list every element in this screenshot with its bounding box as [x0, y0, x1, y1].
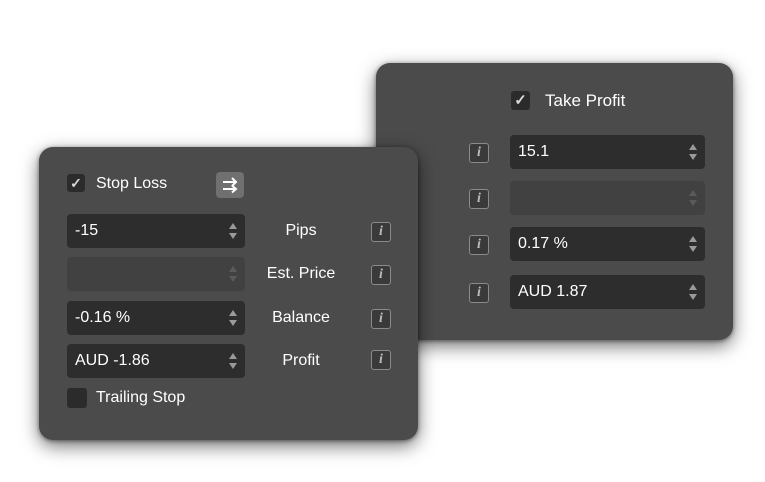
stop-loss-profit-input[interactable]: AUD -1.86	[67, 344, 245, 378]
stepper-arrows-icon[interactable]	[689, 282, 697, 302]
swap-arrows-icon[interactable]	[216, 172, 244, 198]
info-icon[interactable]: i	[469, 189, 489, 209]
info-icon[interactable]: i	[371, 222, 391, 242]
stop-loss-balance-input[interactable]: -0.16 %	[67, 301, 245, 335]
take-profit-balance-value: 0.17 %	[518, 235, 568, 252]
take-profit-balance-input[interactable]: 0.17 %	[510, 227, 705, 261]
profit-label: Profit	[282, 352, 320, 369]
stop-loss-panel: Stop Loss -15 Pips i Est. Price i -0.16 …	[39, 147, 418, 440]
take-profit-profit-input[interactable]: AUD 1.87	[510, 275, 705, 309]
take-profit-panel: Take Profit i 15.1 i i 0.17 % i AUD 1.87	[376, 63, 733, 340]
take-profit-checkbox[interactable]	[511, 91, 530, 110]
take-profit-profit-value: AUD 1.87	[518, 283, 588, 300]
stop-loss-profit-value: AUD -1.86	[75, 352, 150, 369]
stepper-arrows-icon[interactable]	[229, 308, 237, 328]
info-icon[interactable]: i	[469, 235, 489, 255]
stepper-arrows-icon	[689, 188, 697, 208]
info-icon[interactable]: i	[371, 309, 391, 329]
stepper-arrows-icon[interactable]	[689, 234, 697, 254]
take-profit-pips-input[interactable]: 15.1	[510, 135, 705, 169]
stepper-arrows-icon[interactable]	[689, 142, 697, 162]
est-price-label: Est. Price	[266, 265, 336, 282]
take-profit-label: Take Profit	[545, 91, 626, 110]
trailing-stop-checkbox[interactable]	[67, 388, 87, 408]
stepper-arrows-icon	[229, 264, 237, 284]
take-profit-pips-value: 15.1	[518, 143, 550, 160]
info-icon[interactable]: i	[371, 350, 391, 370]
stop-loss-checkbox[interactable]	[67, 174, 85, 192]
take-profit-price-input	[510, 181, 705, 215]
stop-loss-pips-value: -15	[75, 222, 99, 239]
trailing-stop-label: Trailing Stop	[96, 389, 186, 406]
stepper-arrows-icon[interactable]	[229, 351, 237, 371]
info-icon[interactable]: i	[469, 143, 489, 163]
stop-loss-balance-value: -0.16 %	[75, 309, 131, 326]
stop-loss-pips-input[interactable]: -15	[67, 214, 245, 248]
stepper-arrows-icon[interactable]	[229, 221, 237, 241]
pips-label: Pips	[285, 222, 317, 239]
stop-loss-est-price-input	[67, 257, 245, 291]
info-icon[interactable]: i	[371, 265, 391, 285]
balance-label: Balance	[272, 309, 330, 326]
stop-loss-label: Stop Loss	[96, 175, 168, 192]
info-icon[interactable]: i	[469, 283, 489, 303]
